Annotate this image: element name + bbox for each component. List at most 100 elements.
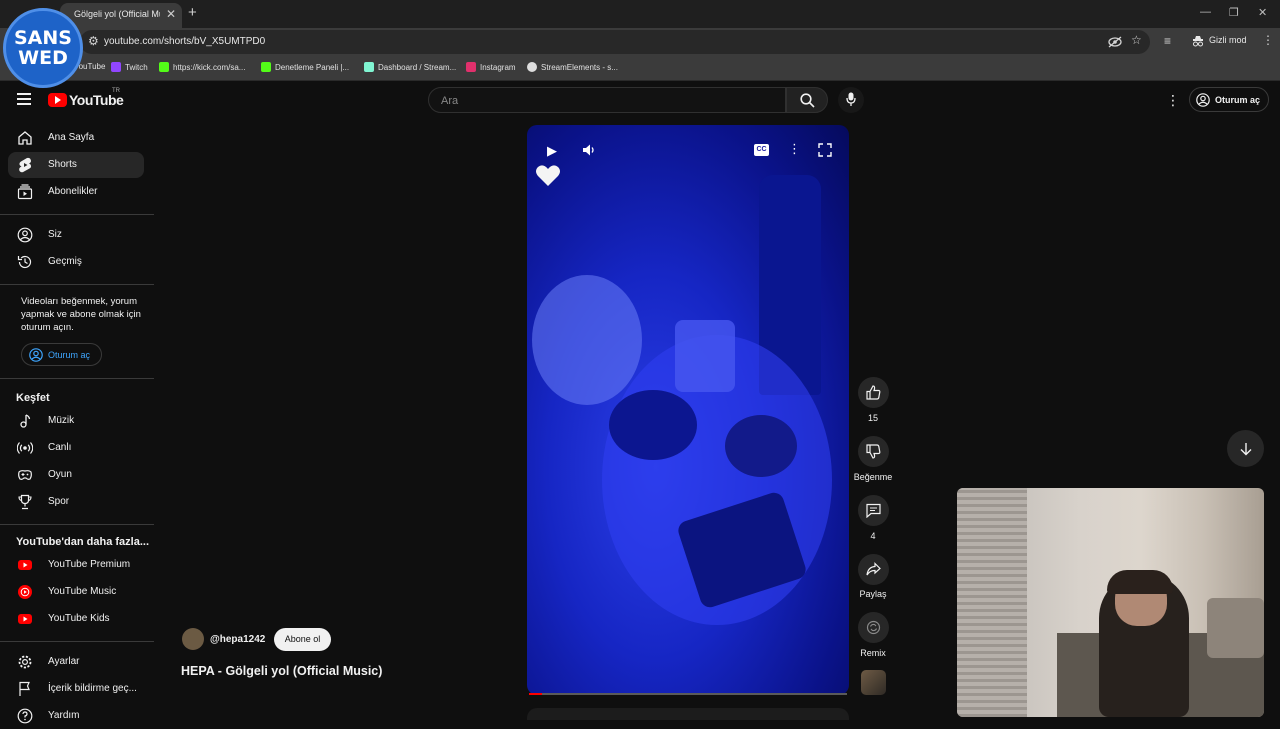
bookmark-denetleme[interactable]: Denetleme Paneli |...: [261, 62, 349, 72]
comment-icon: [866, 503, 881, 518]
gaming-icon: [18, 470, 32, 480]
channel-avatar[interactable]: [182, 628, 204, 650]
sidebar-item-premium[interactable]: YouTube Premium: [8, 552, 144, 578]
sidebar-divider: [0, 378, 154, 379]
video-title[interactable]: HEPA - Gölgeli yol (Official Music): [181, 664, 382, 678]
microphone-icon: [846, 92, 856, 106]
kick-icon: [261, 62, 271, 72]
youtube-premium-icon: [18, 560, 32, 570]
channel-name[interactable]: @hepa1242: [210, 634, 265, 645]
browser-menu-icon[interactable]: ⋮: [1262, 33, 1274, 47]
signin-label: Oturum aç: [48, 350, 91, 360]
sidebar-item-you[interactable]: Siz: [8, 222, 144, 248]
dislike-button[interactable]: [858, 436, 889, 467]
fullscreen-icon[interactable]: [818, 143, 832, 157]
sidebar-item-home[interactable]: Ana Sayfa: [8, 125, 144, 151]
sidebar-item-label: YouTube Kids: [48, 613, 110, 624]
streamlabs-icon: [364, 62, 374, 72]
more-options-icon[interactable]: ⋮: [788, 141, 801, 157]
video-ashtray: [725, 415, 797, 477]
eye-off-icon[interactable]: [1108, 36, 1122, 48]
like-button[interactable]: [858, 377, 889, 408]
play-icon[interactable]: ▶: [547, 143, 557, 159]
bookmark-twitch[interactable]: Twitch: [111, 62, 148, 72]
account-icon: [29, 348, 43, 362]
video-progress-bar[interactable]: [529, 693, 847, 695]
bookmark-label: https://kick.com/sa...: [173, 62, 246, 72]
youtube-logo[interactable]: YouTube: [48, 92, 124, 108]
next-short-button[interactable]: [1227, 430, 1264, 467]
sidebar-item-kids[interactable]: YouTube Kids: [8, 606, 144, 632]
bookmark-dashboard[interactable]: Dashboard / Stream...: [364, 62, 456, 72]
instagram-icon: [466, 62, 476, 72]
sidebar-item-gaming[interactable]: Oyun: [8, 462, 144, 488]
settings-menu-icon[interactable]: ⋮: [1166, 92, 1180, 109]
account-icon: [1196, 92, 1210, 107]
captions-icon[interactable]: CC: [754, 144, 769, 156]
bookmark-kick[interactable]: https://kick.com/sa...: [159, 62, 245, 72]
close-window-icon[interactable]: ✕: [1258, 6, 1267, 19]
sidebar-item-report-history[interactable]: İçerik bildirme geç...: [8, 676, 144, 702]
video-progress-fill: [529, 693, 542, 695]
webcam-equipment: [1207, 598, 1264, 658]
sidebar-item-sports[interactable]: Spor: [8, 489, 144, 515]
sidebar-divider: [0, 284, 154, 285]
sidebar-item-settings[interactable]: Ayarlar: [8, 649, 144, 675]
webcam-blinds: [957, 488, 1027, 717]
sidebar-item-live[interactable]: Canlı: [8, 435, 144, 461]
voice-search-button[interactable]: [838, 87, 864, 113]
bookmark-streamelements[interactable]: StreamElements - s...: [527, 62, 618, 72]
incognito-label[interactable]: Gizli mod: [1209, 35, 1247, 45]
sidebar-item-music[interactable]: Müzik: [8, 408, 144, 434]
star-icon[interactable]: ☆: [1131, 33, 1142, 47]
sound-avatar[interactable]: [861, 670, 886, 695]
sidebar-item-help[interactable]: Yardım: [8, 703, 144, 729]
video-glass: [675, 320, 735, 392]
sidebar-item-subscriptions[interactable]: Abonelikler: [8, 179, 144, 205]
short-video-player[interactable]: [527, 125, 849, 695]
new-tab-icon[interactable]: +: [188, 4, 197, 21]
sanswed-logo: SANS WED: [3, 8, 83, 88]
menu-icon[interactable]: [17, 93, 31, 105]
history-icon: [17, 255, 32, 269]
search-input[interactable]: Ara: [428, 87, 786, 113]
restore-icon[interactable]: ❐: [1229, 6, 1239, 19]
url-text[interactable]: youtube.com/shorts/bV_X5UMTPD0: [104, 36, 265, 47]
minimize-icon[interactable]: —: [1200, 6, 1211, 18]
sidebar-item-label: Müzik: [48, 415, 75, 426]
signin-button[interactable]: Oturum aç: [1189, 87, 1269, 112]
youtube-music-icon: [18, 585, 32, 599]
thumbs-down-icon: [866, 444, 881, 459]
youtube-wordmark: YouTube: [69, 92, 124, 108]
sidebar-item-music-app[interactable]: YouTube Music: [8, 579, 144, 605]
sidebar-divider: [0, 524, 154, 525]
browser-tab-strip: Gölgeli yol (Official Mu: ✕ + — ❐ ✕: [0, 0, 1280, 28]
remix-button[interactable]: [858, 612, 889, 643]
home-icon: [18, 131, 32, 145]
bookmarks-bar: YouTube Twitch https://kick.com/sa... De…: [0, 56, 1280, 81]
sidebar-item-label: YouTube Premium: [48, 559, 131, 570]
flag-icon: [19, 681, 30, 696]
subscribe-button[interactable]: Abone ol: [274, 628, 331, 651]
browser-tab[interactable]: Gölgeli yol (Official Mu: ✕: [60, 3, 182, 28]
site-info-icon[interactable]: ⚙: [88, 34, 99, 48]
bookmark-instagram[interactable]: Instagram: [466, 62, 516, 72]
youtube-play-icon: [48, 93, 67, 107]
sidebar-item-label: Ayarlar: [48, 656, 80, 667]
sidebar-item-history[interactable]: Geçmiş: [8, 249, 144, 275]
sidebar-item-label: Canlı: [48, 442, 72, 453]
sidebar-signin-button[interactable]: Oturum aç: [21, 343, 102, 366]
account-icon: [17, 227, 33, 243]
reading-list-icon[interactable]: ≡: [1164, 34, 1171, 48]
thumbs-up-icon: [866, 385, 881, 400]
volume-icon[interactable]: [582, 143, 597, 157]
search-icon: [800, 93, 815, 108]
bookmark-label: Twitch: [125, 62, 148, 72]
comments-button[interactable]: [858, 495, 889, 526]
sidebar-item-shorts[interactable]: Shorts: [8, 152, 144, 178]
incognito-icon: [1193, 36, 1203, 47]
sidebar-item-label: Siz: [48, 229, 62, 240]
share-button[interactable]: [858, 554, 889, 585]
close-tab-icon[interactable]: ✕: [166, 7, 176, 21]
search-button[interactable]: [786, 87, 828, 113]
